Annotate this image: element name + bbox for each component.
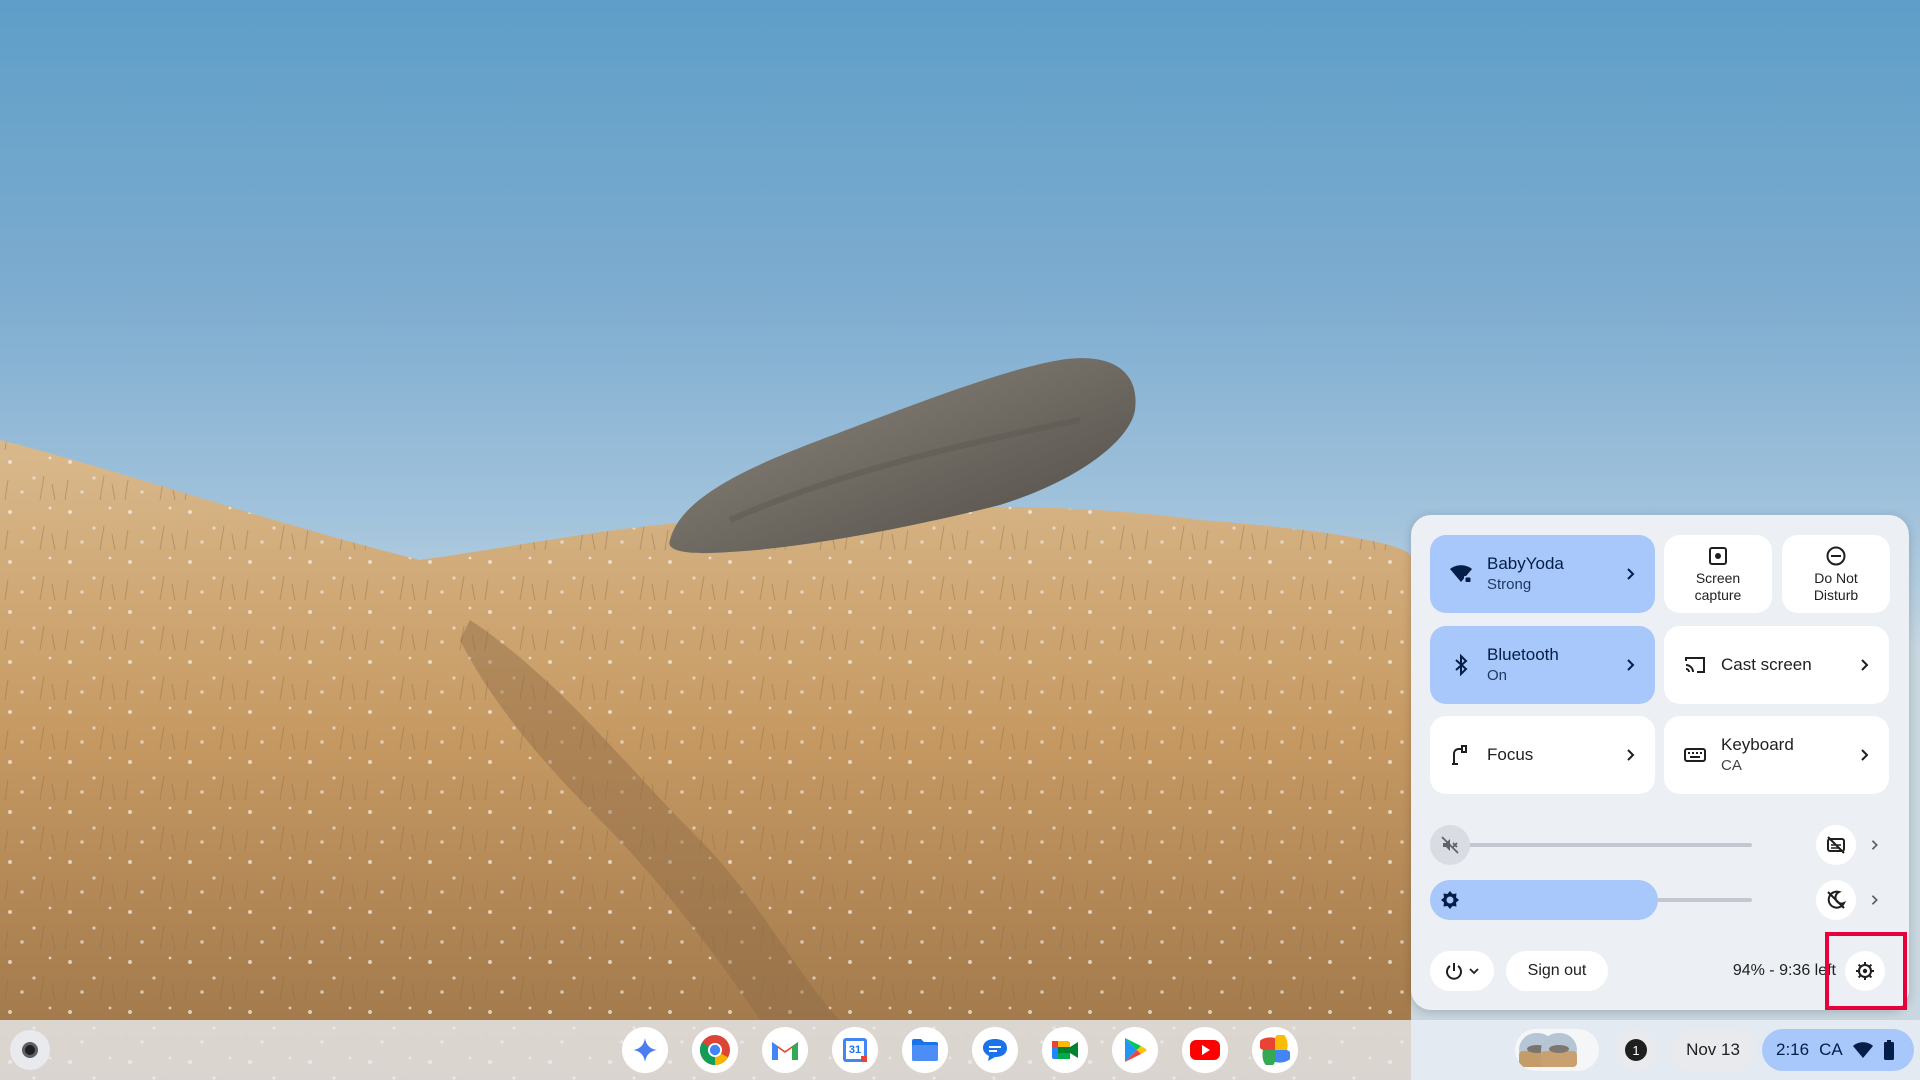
night-light-button[interactable]	[1816, 880, 1856, 920]
chevron-right-icon[interactable]	[1617, 748, 1645, 762]
power-icon	[1446, 963, 1462, 980]
messages-app[interactable]	[972, 1027, 1018, 1073]
wifi-signal-strength: Strong	[1487, 576, 1532, 593]
chevron-right-icon[interactable]	[1851, 748, 1879, 762]
play-store-icon	[1125, 1038, 1147, 1062]
night-light-off-icon	[1827, 890, 1847, 909]
date-tray[interactable]: Nov 13	[1670, 1029, 1756, 1071]
screen-capture-label-1: Screen	[1695, 569, 1741, 586]
bluetooth-icon	[1449, 653, 1473, 677]
chrome-app[interactable]	[692, 1027, 738, 1073]
do-not-disturb-icon	[1826, 546, 1846, 565]
cast-screen-title: Cast screen	[1721, 655, 1812, 674]
do-not-disturb-label-1: Do Not	[1814, 569, 1858, 586]
keyboard-layout-indicator: CA	[1819, 1040, 1843, 1059]
wifi-network-name: BabyYoda	[1487, 554, 1564, 573]
battery-icon	[1883, 1040, 1894, 1060]
status-area[interactable]: 2:16 CA	[1762, 1029, 1914, 1071]
chevron-right-icon	[1871, 840, 1878, 850]
brightness-slider-row	[1430, 880, 1890, 920]
bluetooth-title: Bluetooth	[1487, 645, 1559, 664]
volume-slider-row	[1430, 825, 1890, 865]
keyboard-title: Keyboard	[1721, 735, 1794, 754]
clock: 2:16	[1776, 1040, 1810, 1059]
power-menu-button[interactable]	[1430, 951, 1494, 991]
chevron-down-icon	[1469, 968, 1479, 975]
brightness-button[interactable]	[1430, 880, 1470, 920]
screen-capture-tile[interactable]: Screen capture	[1664, 535, 1772, 613]
sign-out-button[interactable]: Sign out	[1506, 951, 1608, 991]
play-store-app[interactable]	[1112, 1027, 1158, 1073]
display-settings-chevron[interactable]	[1860, 880, 1890, 920]
launcher-button[interactable]	[10, 1030, 50, 1070]
live-caption-button[interactable]	[1816, 825, 1856, 865]
notification-counter[interactable]: 1	[1614, 1029, 1658, 1071]
messages-icon	[983, 1039, 1007, 1061]
volume-muted-icon	[1441, 836, 1459, 854]
chevron-right-icon	[1871, 895, 1878, 905]
settings-highlight-box	[1825, 932, 1907, 1010]
keyboard-tile[interactable]: Keyboard CA	[1664, 716, 1889, 794]
chevron-right-icon[interactable]	[1851, 658, 1879, 672]
live-caption-off-icon	[1827, 836, 1845, 854]
youtube-app[interactable]	[1182, 1027, 1228, 1073]
calendar-app[interactable]: 31	[832, 1027, 878, 1073]
cast-icon	[1683, 653, 1707, 677]
focus-title: Focus	[1487, 745, 1534, 764]
screen-capture-label-2: capture	[1694, 586, 1742, 603]
chevron-right-icon[interactable]	[1617, 658, 1645, 672]
launcher-icon	[22, 1042, 38, 1058]
meet-app[interactable]	[1042, 1027, 1088, 1073]
notification-badge: 1	[1625, 1039, 1647, 1061]
gmail-icon	[772, 1042, 798, 1060]
bluetooth-tile[interactable]: Bluetooth On	[1430, 626, 1655, 704]
keyboard-layout: CA	[1721, 757, 1742, 774]
volume-mute-button[interactable]	[1430, 825, 1470, 865]
keyboard-icon	[1683, 743, 1707, 767]
meet-icon	[1052, 1041, 1078, 1059]
do-not-disturb-tile[interactable]: Do Not Disturb	[1782, 535, 1890, 613]
photos-icon	[1260, 1035, 1290, 1065]
gmail-app[interactable]	[762, 1027, 808, 1073]
holding-space-button[interactable]	[1515, 1029, 1599, 1071]
cast-screen-tile[interactable]: Cast screen	[1664, 626, 1889, 704]
calendar-day: 31	[848, 1044, 862, 1056]
screenshot-thumbnail	[1519, 1033, 1577, 1067]
youtube-icon	[1190, 1040, 1220, 1060]
gemini-icon	[633, 1038, 657, 1062]
wifi-icon	[1852, 1042, 1873, 1058]
photos-app[interactable]	[1252, 1027, 1298, 1073]
do-not-disturb-label-2: Disturb	[1813, 586, 1859, 603]
chrome-icon	[699, 1035, 730, 1066]
gemini-app[interactable]	[622, 1027, 668, 1073]
files-icon	[912, 1039, 938, 1061]
focus-icon	[1449, 743, 1473, 767]
brightness-icon	[1441, 891, 1459, 909]
shelf: 31 1 Nov 13 2:16 CA	[0, 1020, 1920, 1080]
battery-status: 94% - 9:36 left	[1732, 962, 1836, 979]
wifi-icon	[1449, 562, 1473, 586]
volume-slider[interactable]	[1450, 843, 1752, 847]
focus-tile[interactable]: Focus	[1430, 716, 1655, 794]
chevron-right-icon[interactable]	[1617, 567, 1645, 581]
files-app[interactable]	[902, 1027, 948, 1073]
audio-settings-chevron[interactable]	[1860, 825, 1890, 865]
screen-capture-icon	[1709, 546, 1727, 565]
bluetooth-status: On	[1487, 667, 1508, 684]
wifi-tile[interactable]: BabyYoda Strong	[1430, 535, 1655, 613]
